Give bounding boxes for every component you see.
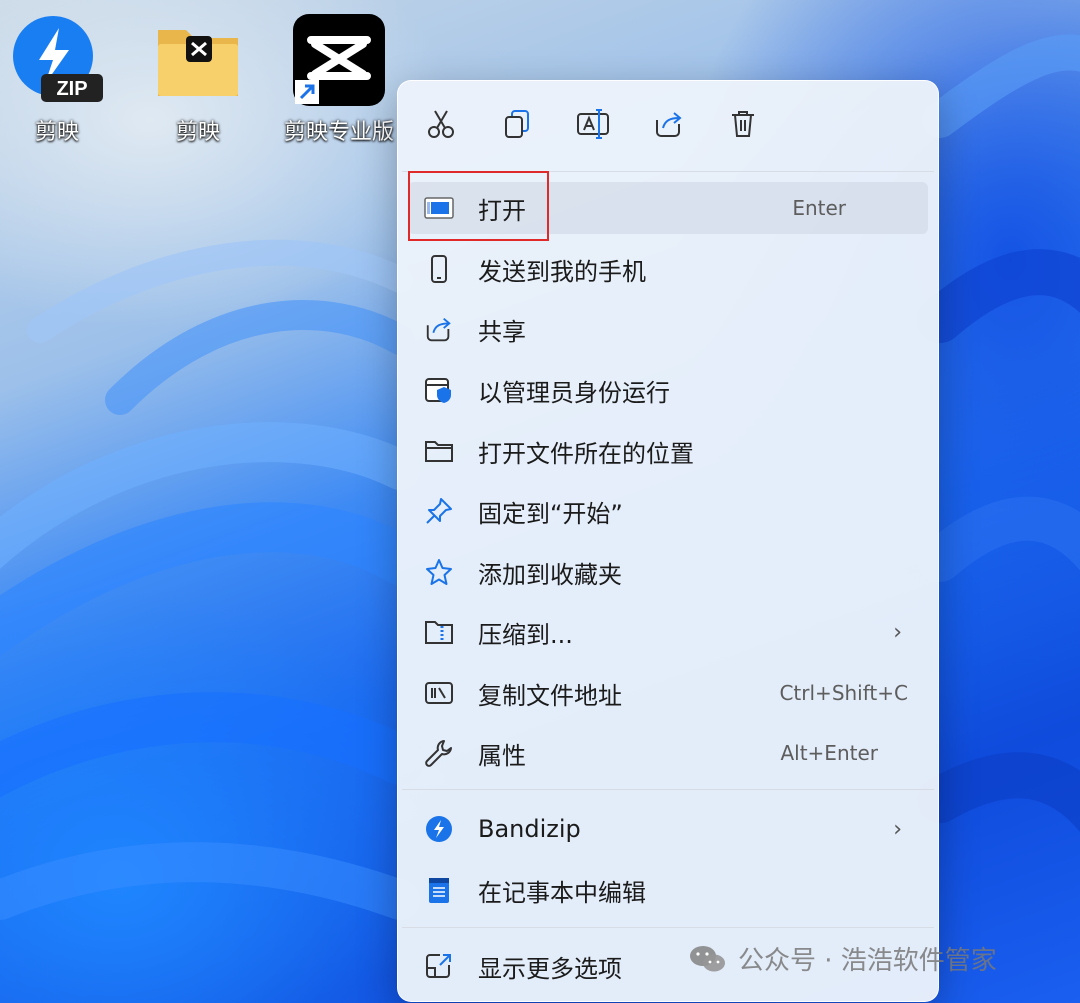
star-icon xyxy=(422,555,456,589)
wechat-icon xyxy=(690,945,725,971)
bandizip-zip-icon: ZIP xyxy=(11,14,103,106)
wrench-icon xyxy=(422,736,456,770)
delete-icon xyxy=(732,111,754,137)
share-icon xyxy=(422,312,456,346)
shortcut-label: Ctrl+Shift+C xyxy=(779,681,908,705)
folder-icon xyxy=(152,14,244,106)
shortcut-label: Enter xyxy=(792,196,846,220)
desktop-icon-jianying-pro[interactable]: 剪映专业版 xyxy=(284,14,394,146)
cut-button[interactable] xyxy=(420,103,462,145)
menu-item-copy-file-path[interactable]: 复制文件地址 Ctrl+Shift+C xyxy=(408,667,928,719)
menu-item-add-to-favorites[interactable]: 添加到收藏夹 xyxy=(408,546,928,598)
copy-icon xyxy=(505,110,529,138)
folder-icon xyxy=(422,434,456,468)
delete-button[interactable] xyxy=(722,103,764,145)
menu-item-edit-in-notepad[interactable]: 在记事本中编辑 xyxy=(408,864,928,916)
watermark-text: 公众号 · 浩浩软件管家 xyxy=(738,946,997,976)
rename-button[interactable] xyxy=(572,103,614,145)
divider xyxy=(402,789,934,790)
menu-item-run-as-admin[interactable]: 以管理员身份运行 xyxy=(408,364,928,416)
desktop-icon-jianying-zip[interactable]: ZIP 剪映 xyxy=(2,14,112,146)
notepad-icon xyxy=(422,873,456,907)
menu-item-pin-to-start[interactable]: 固定到“开始” xyxy=(408,485,928,537)
phone-icon xyxy=(422,252,456,286)
menu-item-share[interactable]: 共享 xyxy=(408,303,928,355)
menu-item-bandizip[interactable]: Bandizip › xyxy=(408,803,928,855)
capcut-icon xyxy=(293,14,385,106)
menu-item-open-file-location[interactable]: 打开文件所在的位置 xyxy=(408,425,928,477)
zip-folder-icon xyxy=(422,615,456,649)
desktop-icon-label: 剪映 xyxy=(34,120,79,145)
pin-icon xyxy=(422,494,456,528)
desktop-icon-label: 剪映专业版 xyxy=(284,120,395,145)
chevron-right-icon: › xyxy=(893,816,902,842)
divider xyxy=(402,927,934,928)
more-options-icon xyxy=(422,949,456,983)
copy-path-icon xyxy=(422,676,456,710)
admin-shield-icon xyxy=(422,373,456,407)
desktop-icon-jianying-folder[interactable]: 剪映 xyxy=(143,14,253,146)
context-menu-toolbar xyxy=(398,81,938,171)
share-button[interactable] xyxy=(648,103,690,145)
watermark: 公众号 · 浩浩软件管家 xyxy=(688,940,997,977)
menu-item-properties[interactable]: 属性 Alt+Enter xyxy=(408,727,928,779)
bandizip-icon xyxy=(422,812,456,846)
rename-icon xyxy=(577,109,609,139)
copy-button[interactable] xyxy=(496,103,538,145)
desktop-icon-label: 剪映 xyxy=(175,120,220,145)
svg-text:ZIP: ZIP xyxy=(56,78,87,100)
menu-item-send-to-phone[interactable]: 发送到我的手机 xyxy=(408,243,928,295)
menu-item-compress-to[interactable]: 压缩到... › xyxy=(408,606,928,658)
cut-icon xyxy=(428,110,454,138)
highlight-box xyxy=(408,171,549,241)
share-icon xyxy=(656,112,682,137)
shortcut-label: Alt+Enter xyxy=(780,741,878,765)
chevron-right-icon: › xyxy=(893,619,902,645)
